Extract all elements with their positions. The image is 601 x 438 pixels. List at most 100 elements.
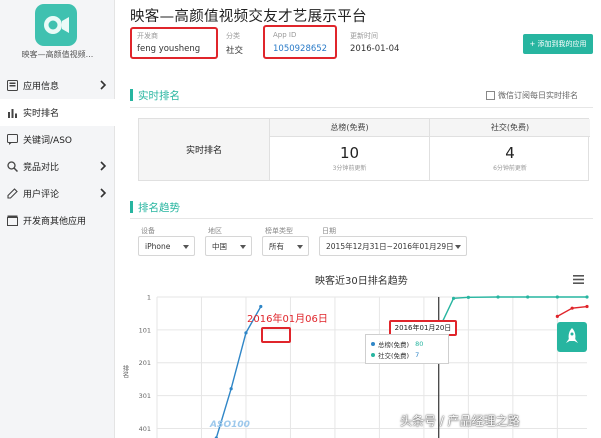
select-value: 所有	[269, 241, 284, 251]
section-marker	[130, 89, 133, 101]
bar-chart-icon	[6, 107, 18, 119]
back-to-top-button[interactable]	[557, 322, 587, 352]
filter-label-date: 日期	[322, 227, 336, 235]
device-select[interactable]: iPhone	[138, 236, 195, 256]
series-line	[215, 306, 262, 438]
select-value: 2015年12月31日~2016年01月29日	[326, 241, 454, 251]
y-tick-label: 201	[139, 359, 151, 367]
rank-row-label: 实时排名	[139, 119, 270, 180]
aso100-watermark: ASO100	[210, 420, 250, 430]
series-point	[229, 387, 233, 391]
sidebar-item-label: 用户评论	[23, 190, 60, 200]
sidebar-item-app-info[interactable]: 应用信息	[0, 72, 115, 99]
rank-value: 4	[505, 144, 515, 162]
series-point	[555, 295, 559, 299]
tooltip-row: 社交(免费) 7	[371, 349, 443, 360]
app-info-icon	[6, 80, 18, 92]
sidebar-nav: 应用信息 实时排名 关键词/ASO 竞品对比 用户评论 开发商其他应用	[0, 72, 115, 234]
series-point	[585, 304, 589, 309]
rank-cell-social: 社交(免费) 4 6分钟前更新	[430, 119, 590, 180]
series-point	[526, 295, 530, 299]
rank-updated: 6分钟前更新	[493, 165, 527, 172]
filter-label-region: 地区	[208, 227, 222, 235]
updated-label: 更新时间	[350, 32, 378, 40]
add-to-my-apps-button[interactable]: + 添加到我的应用	[523, 34, 593, 54]
app-name: 映客—高颜值视频...	[21, 50, 94, 59]
legend-dot	[371, 341, 375, 346]
y-tick-label: 401	[139, 425, 151, 433]
list-type-select[interactable]: 所有	[262, 236, 309, 256]
filter-label-list-type: 榜单类型	[265, 227, 293, 235]
app-icon[interactable]	[35, 4, 77, 46]
section-marker	[130, 201, 133, 213]
menu-icon[interactable]	[573, 275, 584, 284]
subscribe-label: 微信订阅每日实时排名	[498, 91, 578, 100]
sidebar-item-developer-apps[interactable]: 开发商其他应用	[0, 207, 115, 234]
rank-value: 10	[339, 144, 360, 162]
caret-down-icon	[183, 245, 189, 249]
sidebar-item-user-reviews[interactable]: 用户评论	[0, 180, 115, 207]
chevron-right-icon	[100, 161, 107, 171]
rank-trend-chart: 1 101 201 301 401	[139, 294, 589, 438]
sidebar-item-label: 应用信息	[23, 82, 60, 92]
sidebar-item-keywords-aso[interactable]: 关键词/ASO	[0, 126, 115, 153]
tooltip-name: 社交(免费)	[378, 351, 410, 360]
y-tick-label: 101	[139, 326, 151, 334]
caret-down-icon	[455, 245, 461, 249]
y-tick-label: 301	[139, 392, 151, 400]
date-range-select[interactable]: 2015年12月31日~2016年01月29日	[319, 236, 467, 256]
series-point	[585, 295, 589, 299]
main-content: 映客—高颜值视频交友才艺展示平台 开发商 feng yousheng 分类 社交…	[115, 0, 601, 438]
select-value: 中国	[212, 241, 227, 251]
series-point	[244, 331, 248, 335]
highlight-box-appid	[263, 25, 337, 59]
category-value: 社交	[226, 46, 244, 56]
realtime-rank-table: 实时排名 总榜(免费) 10 3分钟前更新 社交(免费) 4 6分钟前更新	[138, 118, 590, 181]
sidebar-item-realtime-rank[interactable]: 实时排名	[0, 99, 115, 126]
tooltip-name: 总榜(免费)	[378, 340, 410, 349]
camera-icon	[44, 16, 69, 34]
tooltip-row: 总榜(免费) 80	[371, 338, 443, 349]
rank-cell-overall: 总榜(免费) 10 3分钟前更新	[270, 119, 430, 180]
rocket-icon	[566, 328, 578, 343]
sidebar-item-competitor[interactable]: 竞品对比	[0, 153, 115, 180]
chat-icon	[6, 134, 18, 146]
sidebar-item-label: 实时排名	[23, 109, 60, 119]
series-point	[496, 295, 500, 299]
subscribe-checkbox[interactable]	[486, 91, 495, 100]
series-point	[259, 304, 263, 309]
updated-value: 2016-01-04	[350, 44, 400, 54]
chevron-right-icon	[100, 80, 107, 90]
series-point	[555, 314, 559, 318]
y-axis-label: 排名	[121, 365, 129, 378]
y-tick-label: 1	[147, 294, 151, 302]
tooltip-value: 7	[415, 350, 420, 359]
series-point	[451, 296, 456, 300]
realtime-section-title: 实时排名	[138, 90, 180, 102]
region-select[interactable]: 中国	[205, 236, 252, 256]
annotation-highlight-box	[261, 327, 291, 343]
caret-down-icon	[297, 245, 303, 249]
tooltip-value: 80	[415, 339, 424, 348]
trend-section-title: 排名趋势	[138, 202, 180, 214]
highlight-box-developer	[130, 27, 218, 59]
divider	[130, 107, 593, 108]
sidebar-item-label: 关键词/ASO	[23, 136, 72, 146]
rank-updated: 3分钟前更新	[332, 165, 367, 172]
page-title: 映客—高颜值视频交友才艺展示平台	[130, 9, 367, 25]
pen-icon	[6, 188, 18, 200]
rank-header: 总榜(免费)	[270, 119, 429, 137]
annotation-date: 2016年01月06日	[247, 314, 328, 325]
wechat-subscribe[interactable]: 微信订阅每日实时排名	[486, 90, 578, 101]
legend-dot	[371, 352, 375, 357]
chevron-right-icon	[100, 188, 107, 198]
chart-tooltip: 总榜(免费) 80 社交(免费) 7	[365, 334, 449, 364]
category-label: 分类	[226, 32, 240, 40]
author-watermark: 头条号 / 产品经理之路	[400, 414, 520, 428]
rank-header: 社交(免费)	[430, 119, 590, 137]
filter-label-device: 设备	[141, 227, 155, 235]
search-icon	[6, 161, 18, 173]
divider	[130, 218, 593, 219]
select-value: iPhone	[145, 241, 171, 251]
series-point	[466, 295, 470, 299]
